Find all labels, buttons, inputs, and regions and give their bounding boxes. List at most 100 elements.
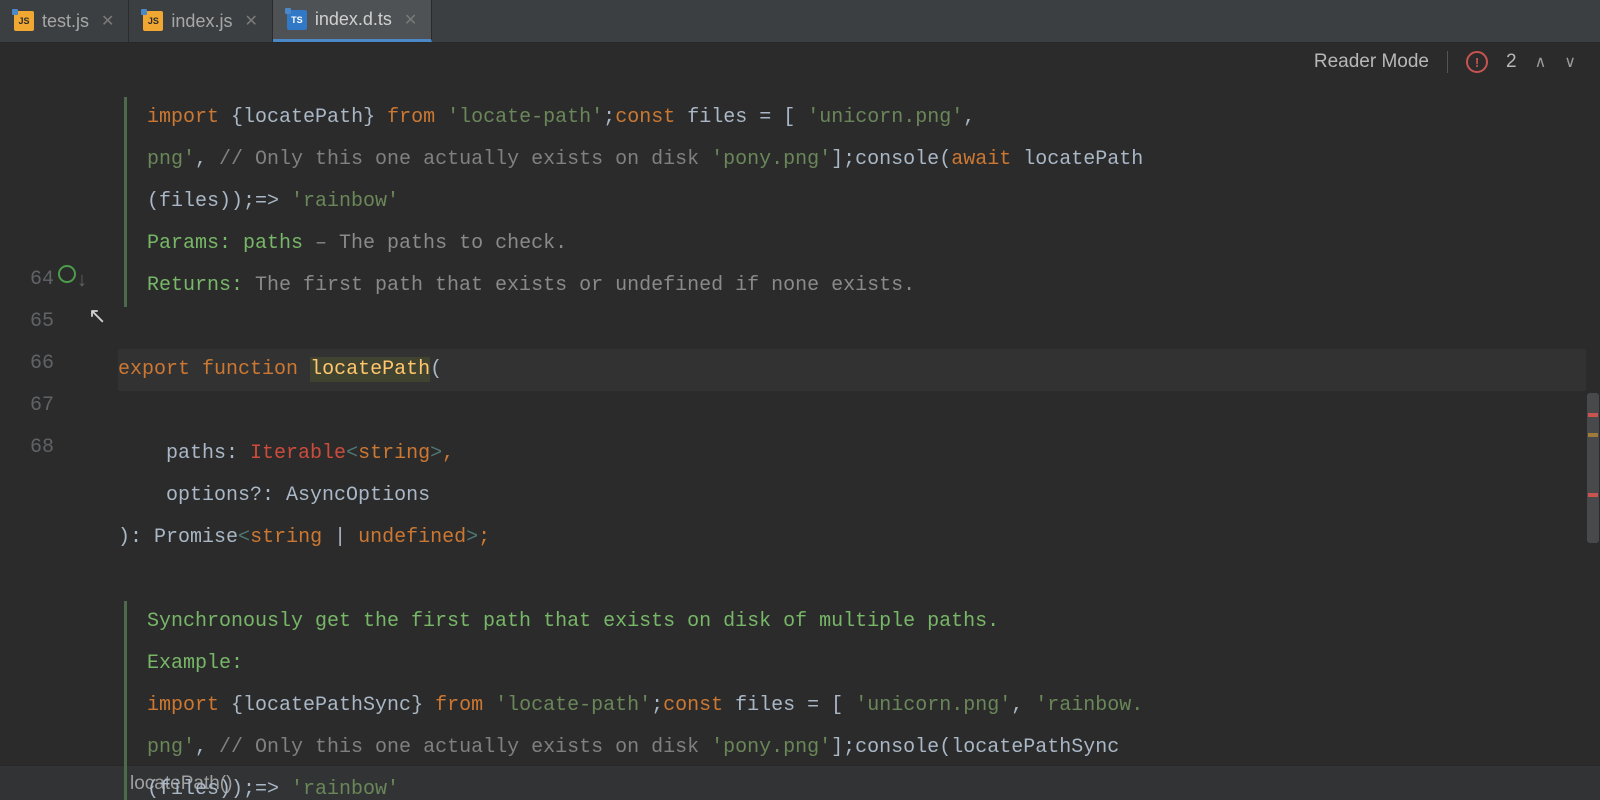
- paren: (: [430, 358, 442, 381]
- doc-token: // Only this one actually exists on disk: [219, 736, 711, 759]
- line-number[interactable]: 64: [0, 259, 108, 301]
- doc-token: ,: [195, 736, 219, 759]
- tab-index-d-ts[interactable]: TS index.d.ts ✕: [273, 0, 432, 42]
- line-number[interactable]: 66: [0, 343, 108, 385]
- doc-token: const: [615, 106, 675, 129]
- error-mark[interactable]: [1588, 493, 1598, 497]
- paren: ): [118, 526, 130, 549]
- tab-label: index.js: [171, 11, 232, 32]
- generic-bracket: <: [238, 526, 250, 549]
- doc-token: ,: [963, 106, 975, 129]
- comma: ,: [442, 442, 454, 465]
- code-line[interactable]: export function locatePath(: [118, 349, 1600, 391]
- doc-token: import: [147, 694, 219, 717]
- indent: [118, 484, 166, 507]
- doc-token: 'pony.png': [711, 736, 831, 759]
- generic-bracket: <: [346, 442, 358, 465]
- keyword: function: [202, 358, 298, 381]
- doc-token: from: [435, 694, 483, 717]
- doc-token: {: [231, 106, 243, 129]
- close-icon[interactable]: ✕: [244, 11, 257, 31]
- doc-token: files = [: [675, 106, 807, 129]
- type-name: string: [358, 442, 430, 465]
- doc-token: 'locate-path': [483, 694, 651, 717]
- doc-token: locatePath: [243, 106, 363, 129]
- optional-marker: ?:: [250, 484, 286, 507]
- doc-token: locatePath: [1023, 148, 1143, 171]
- doc-comment-block: import {locatePath} from 'locate-path';c…: [124, 97, 1600, 307]
- doc-token: console: [855, 736, 939, 759]
- pipe: |: [322, 526, 358, 549]
- doc-token: 'pony.png': [711, 148, 831, 171]
- doc-params-label: Params:: [147, 232, 231, 255]
- doc-token: const: [663, 694, 723, 717]
- ts-file-icon: TS: [287, 10, 307, 30]
- tab-label: index.d.ts: [315, 9, 392, 30]
- doc-token: locatePathSync: [243, 694, 411, 717]
- gutter[interactable]: ↓ 64 65 66 67 68 ↖: [0, 43, 108, 765]
- type-name: Iterable: [250, 442, 346, 465]
- error-mark[interactable]: [1588, 413, 1598, 417]
- doc-token: }: [363, 106, 375, 129]
- type-name: Promise: [154, 526, 238, 549]
- doc-token: from: [387, 106, 435, 129]
- doc-token: ,: [195, 148, 219, 171]
- doc-token: png': [147, 148, 195, 171]
- param-name: paths: [166, 442, 226, 465]
- colon: :: [226, 442, 250, 465]
- type-name: AsyncOptions: [286, 484, 430, 507]
- doc-token: (: [939, 736, 951, 759]
- tab-index-js[interactable]: JS index.js ✕: [129, 0, 272, 42]
- doc-token: 'rainbow.: [1035, 694, 1143, 717]
- code-line[interactable]: paths: Iterable<string>,: [118, 442, 454, 465]
- close-icon[interactable]: ✕: [404, 10, 417, 30]
- generic-bracket: >: [466, 526, 478, 549]
- js-file-icon: JS: [143, 11, 163, 31]
- doc-token: (: [939, 148, 951, 171]
- warning-mark[interactable]: [1588, 433, 1598, 437]
- line-number[interactable]: 65: [0, 301, 108, 343]
- param-name: options: [166, 484, 250, 507]
- type-name: undefined: [358, 526, 466, 549]
- doc-returns-label: Returns:: [147, 274, 243, 297]
- arrow-down-icon[interactable]: ↓: [76, 261, 88, 303]
- doc-token: 'unicorn.png': [855, 694, 1011, 717]
- doc-param-name: paths: [231, 232, 303, 255]
- tab-test-js[interactable]: JS test.js ✕: [0, 0, 129, 42]
- doc-token: ;: [603, 106, 615, 129]
- tab-bar: JS test.js ✕ JS index.js ✕ TS index.d.ts…: [0, 0, 1600, 43]
- close-icon[interactable]: ✕: [101, 11, 114, 31]
- doc-token: // Only this one actually exists on disk: [219, 148, 711, 171]
- doc-param-desc: The paths to check.: [339, 232, 567, 255]
- doc-comment-block: Synchronously get the first path that ex…: [124, 601, 1600, 800]
- doc-token: await: [951, 148, 1011, 171]
- doc-token: ;: [651, 694, 663, 717]
- code-content[interactable]: import {locatePath} from 'locate-path';c…: [108, 43, 1600, 765]
- colon: :: [130, 526, 154, 549]
- doc-token: ,: [1011, 694, 1035, 717]
- doc-token: 'rainbow': [291, 190, 399, 213]
- code-line[interactable]: options?: AsyncOptions: [118, 484, 430, 507]
- line-number[interactable]: 68: [0, 427, 108, 469]
- doc-token: locatePathSync: [951, 736, 1119, 759]
- line-number[interactable]: 67: [0, 385, 108, 427]
- code-line[interactable]: [118, 568, 130, 591]
- doc-token: console: [855, 148, 939, 171]
- code-line[interactable]: ): Promise<string | undefined>;: [118, 526, 490, 549]
- doc-token: [1011, 148, 1023, 171]
- doc-token: 'unicorn.png': [807, 106, 963, 129]
- doc-token: {: [219, 694, 243, 717]
- tab-label: test.js: [42, 11, 89, 32]
- doc-returns-desc: The first path that exists or undefined …: [243, 274, 915, 297]
- type-name: string: [250, 526, 322, 549]
- editor-area: Reader Mode ! 2 ∧ ∨ ↓ 64 65 66 67 68 ↖ i…: [0, 43, 1600, 765]
- doc-token: ];: [831, 736, 855, 759]
- js-file-icon: JS: [14, 11, 34, 31]
- vcs-change-icon[interactable]: [58, 265, 76, 283]
- error-stripe[interactable]: [1586, 43, 1600, 765]
- semicolon: ;: [478, 526, 490, 549]
- keyword: export: [118, 358, 190, 381]
- doc-token: import: [147, 106, 219, 129]
- doc-token: (files));=>: [147, 190, 291, 213]
- doc-token: ];: [831, 148, 855, 171]
